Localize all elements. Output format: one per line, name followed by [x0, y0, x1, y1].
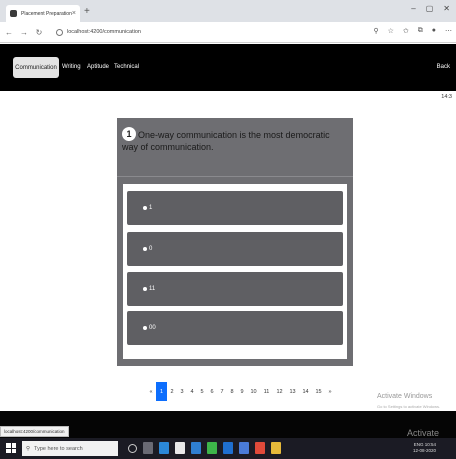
site-info-icon[interactable]	[56, 28, 63, 36]
option-3[interactable]: 11	[127, 272, 343, 306]
prev-page[interactable]: «	[146, 389, 156, 395]
option-2[interactable]: 0	[127, 232, 343, 266]
search-icon[interactable]: ⚲	[373, 27, 378, 35]
folder-icon[interactable]	[271, 442, 281, 454]
system-tray[interactable]: ENG 10:54 12-08-2020	[413, 442, 436, 454]
address-bar: ← → ↻ localhost:4200/communication ⚲ ☆ ✩…	[0, 22, 456, 43]
browser-tab[interactable]: Placement Preparation ×	[6, 5, 80, 22]
page-4[interactable]: 4	[187, 389, 197, 395]
back-link[interactable]: Back	[437, 64, 450, 70]
tray-time: 10:54	[424, 442, 436, 447]
tray-language: ENG	[413, 442, 424, 447]
page-5[interactable]: 5	[197, 389, 207, 395]
app-icon[interactable]	[239, 442, 249, 454]
close-window-button[interactable]: ✕	[443, 4, 450, 13]
search-placeholder: Type here to search	[34, 445, 83, 452]
nav-communication[interactable]: Communication	[13, 57, 59, 78]
question-number: 1	[122, 127, 136, 141]
vscode-icon[interactable]	[223, 442, 233, 454]
browser-tab-bar: Placement Preparation × + – ▢ ✕	[0, 0, 456, 22]
radio-icon	[143, 326, 147, 330]
page-14[interactable]: 14	[299, 389, 312, 395]
page-2[interactable]: 2	[167, 389, 177, 395]
more-icon[interactable]: ⋯	[445, 27, 452, 35]
nav-writing[interactable]: Writing	[62, 64, 81, 70]
taskbar-search-input[interactable]: ⚲ Type here to search	[22, 441, 118, 456]
options-list: 1 0 11 00	[123, 184, 347, 359]
task-view-icon[interactable]	[143, 442, 153, 454]
page-8[interactable]: 8	[227, 389, 237, 395]
tray-date: 12-08-2020	[412, 448, 436, 453]
browser-tools: ⚲ ☆ ✩ ⧉ ● ⋯	[373, 27, 452, 35]
collections-icon[interactable]: ⧉	[418, 27, 423, 35]
divider	[117, 176, 353, 177]
windows-start-icon[interactable]	[6, 443, 16, 453]
timer: 14:3	[441, 94, 452, 100]
taskbar: ⚲ Type here to search ENG 10:54 12-08-20…	[0, 438, 456, 459]
radio-icon	[143, 247, 147, 251]
back-arrow-icon[interactable]: ←	[3, 28, 15, 37]
radio-icon	[143, 287, 147, 291]
search-icon: ⚲	[26, 445, 31, 452]
question-card: One-way communication is the most democr…	[117, 118, 353, 366]
screen: Placement Preparation × + – ▢ ✕ ← → ↻ lo…	[0, 0, 456, 459]
store-icon[interactable]	[175, 442, 185, 454]
option-1[interactable]: 1	[127, 191, 343, 225]
forward-arrow-icon[interactable]: →	[18, 28, 30, 37]
reload-icon[interactable]: ↻	[33, 28, 45, 37]
page-10[interactable]: 10	[247, 389, 260, 395]
option-label: 11	[149, 286, 156, 292]
nav-technical[interactable]: Technical	[114, 64, 139, 70]
url-field[interactable]: localhost:4200/communication	[56, 26, 141, 38]
option-label: 0	[149, 246, 153, 252]
question-text: One-way communication is the most democr…	[122, 130, 330, 152]
favicon-icon	[10, 10, 17, 17]
app-icon[interactable]	[191, 442, 201, 454]
status-url: localhost:4200/communication	[0, 426, 69, 437]
close-tab-icon[interactable]: ×	[72, 10, 76, 17]
new-tab-button[interactable]: +	[84, 6, 90, 18]
radio-icon	[143, 206, 147, 210]
app-navbar: Communication Writing Aptitude Technical…	[0, 44, 456, 91]
page-1[interactable]: 1	[156, 382, 167, 401]
option-4[interactable]: 00	[127, 311, 343, 345]
window-controls: – ▢ ✕	[411, 4, 450, 13]
page-3[interactable]: 3	[177, 389, 187, 395]
minimize-button[interactable]: –	[411, 4, 415, 13]
maximize-button[interactable]: ▢	[426, 4, 434, 13]
taskbar-apps	[128, 442, 281, 454]
next-page[interactable]: »	[325, 389, 335, 395]
chrome-icon[interactable]	[255, 442, 265, 454]
tab-title: Placement Preparation	[21, 10, 72, 17]
page-11[interactable]: 11	[260, 389, 273, 395]
page-15[interactable]: 15	[312, 389, 325, 395]
page-9[interactable]: 9	[237, 389, 247, 395]
star-icon[interactable]: ☆	[388, 27, 394, 35]
url-text: localhost:4200/communication	[67, 29, 141, 35]
favorites-icon[interactable]: ✩	[403, 27, 409, 35]
question-header: One-way communication is the most democr…	[117, 118, 353, 176]
app-icon[interactable]	[207, 442, 217, 454]
activate-windows-title: Activate Windows	[377, 393, 433, 400]
activate-windows-hint: Go to Settings to activate Windows.	[377, 404, 441, 409]
cortana-icon[interactable]	[128, 443, 137, 453]
pagination: « 1 2 3 4 5 6 7 8 9 10 11 12 13 14 15 »	[146, 382, 335, 401]
option-label: 00	[149, 325, 156, 331]
page-6[interactable]: 6	[207, 389, 217, 395]
page-13[interactable]: 13	[286, 389, 299, 395]
profile-icon[interactable]: ●	[432, 27, 436, 35]
page-7[interactable]: 7	[217, 389, 227, 395]
nav-aptitude[interactable]: Aptitude	[87, 64, 109, 70]
edge-icon[interactable]	[159, 442, 169, 454]
option-label: 1	[149, 205, 153, 211]
page-12[interactable]: 12	[273, 389, 286, 395]
